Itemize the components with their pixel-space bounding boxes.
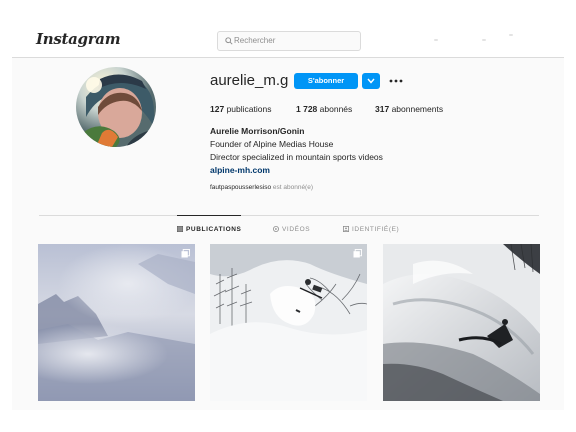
followed-by-text[interactable]: fautpaspousserlesiso est abonné(e) (210, 184, 313, 191)
bio-full-name: Aurelie Morrison/Gonin (210, 126, 305, 136)
tabs-divider (39, 215, 539, 216)
suggested-accounts-button[interactable] (362, 73, 380, 89)
instagram-window: Instagram Rechercher aurelie_m.g S'abonn… (12, 12, 564, 410)
multiple-photos-icon (181, 249, 190, 258)
multiple-photos-icon (353, 249, 362, 258)
followed-by-user: fautpaspousserlesiso (210, 184, 272, 191)
top-nav-bar: Instagram Rechercher (12, 12, 564, 58)
profile-username: aurelie_m.g (210, 72, 289, 89)
stat-following-label: abonnements (391, 104, 444, 114)
post-thumbnail-2[interactable] (210, 244, 367, 401)
post-image-snow-spray-skier (383, 244, 540, 401)
tab-publications[interactable]: PUBLICATIONS (176, 225, 242, 233)
bio-website-link[interactable]: alpine-mh.com (210, 165, 270, 175)
profile-avatar[interactable] (76, 67, 156, 147)
bio-line-2: Director specialized in mountain sports … (210, 152, 383, 162)
followed-by-suffix: est abonné(e) (272, 184, 314, 191)
post-image-fog-cliffs (38, 244, 195, 401)
instagram-logo[interactable]: Instagram (36, 30, 121, 48)
follow-button[interactable]: S'abonner (294, 73, 358, 89)
active-tab-indicator (177, 215, 241, 216)
stat-posts[interactable]: 127 publications (210, 104, 271, 114)
tab-tagged[interactable]: IDENTIFIÉ(E) (343, 226, 399, 233)
tag-icon (343, 226, 349, 232)
stat-posts-label: publications (226, 104, 272, 114)
bio-line-1: Founder of Alpine Medias House (210, 139, 334, 149)
stat-followers[interactable]: 1 728 abonnés (296, 104, 352, 114)
more-options-icon[interactable] (389, 75, 403, 87)
grid-icon (176, 225, 184, 233)
post-thumbnail-1[interactable] (38, 244, 195, 401)
post-image-powder-skier (210, 244, 367, 401)
stat-following-value: 317 (375, 104, 390, 114)
search-placeholder: Rechercher (234, 36, 276, 45)
tab-videos[interactable]: VIDÉOS (273, 226, 310, 233)
stat-followers-value: 1 728 (296, 104, 318, 114)
search-input[interactable]: Rechercher (217, 31, 361, 51)
stat-following[interactable]: 317 abonnements (375, 104, 443, 114)
nav-profile-icon[interactable] (509, 34, 513, 36)
search-icon (225, 37, 233, 45)
tab-tagged-label: IDENTIFIÉ(E) (352, 226, 400, 233)
nav-explore-icon[interactable] (482, 39, 486, 41)
stat-posts-value: 127 (210, 104, 225, 114)
stat-followers-label: abonnés (319, 104, 353, 114)
post-thumbnail-3[interactable] (383, 244, 540, 401)
tab-publications-label: PUBLICATIONS (186, 226, 242, 233)
chevron-down-icon (367, 78, 375, 84)
video-icon (273, 226, 279, 232)
nav-home-icon[interactable] (434, 39, 438, 41)
tab-videos-label: VIDÉOS (282, 226, 311, 233)
